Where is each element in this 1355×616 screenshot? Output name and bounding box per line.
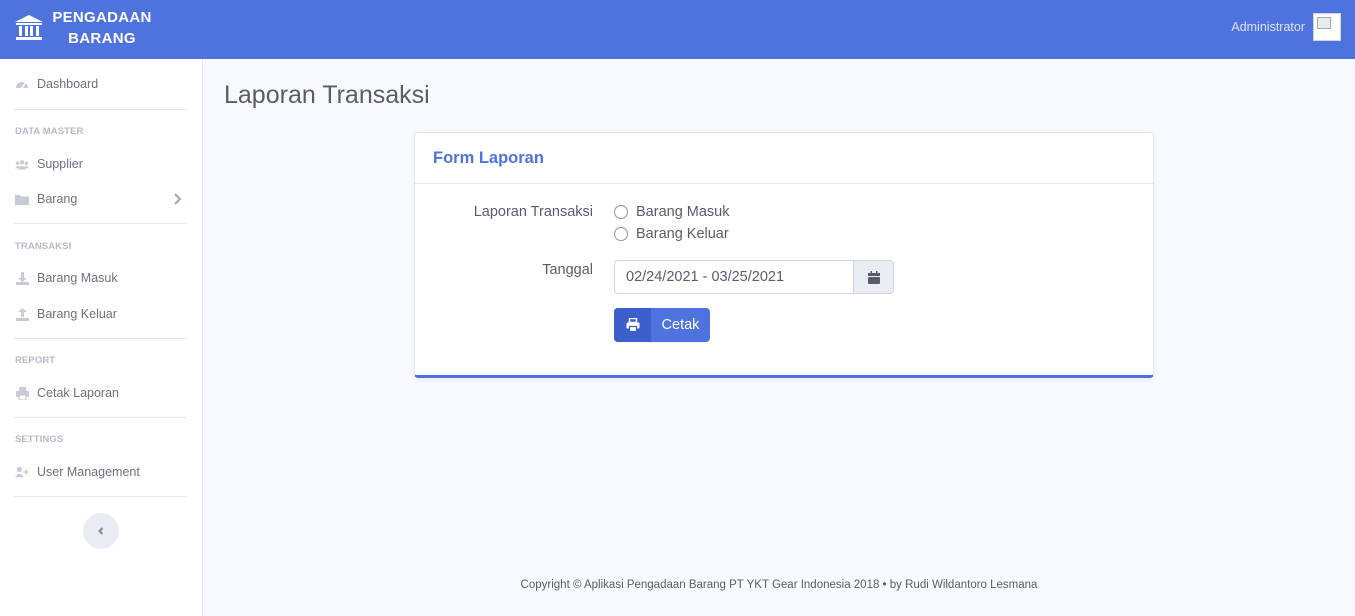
sidebar-toggle-button[interactable]: [83, 513, 119, 549]
sidebar-heading-data-master: DATA MASTER: [15, 126, 84, 137]
user-name[interactable]: Administrator: [1231, 20, 1305, 34]
bank-icon: [15, 15, 43, 40]
sidebar-heading-transaksi: TRANSAKSI: [15, 241, 72, 252]
sidebar-item-cetak-laporan[interactable]: Cetak Laporan: [0, 381, 202, 405]
sidebar-item-barang[interactable]: Barang: [0, 187, 202, 211]
brand-line-2: BARANG: [68, 30, 136, 47]
radio-barang-masuk[interactable]: Barang Masuk: [614, 202, 730, 222]
sidebar-item-user-management[interactable]: User Management: [0, 460, 202, 484]
radio-circle[interactable]: [614, 205, 628, 219]
calendar-icon: [867, 270, 880, 284]
sidebar-item-barang-keluar[interactable]: Barang Keluar: [0, 302, 202, 326]
tachometer-icon: [15, 77, 29, 91]
sidebar-divider: [14, 417, 187, 418]
brand-line-1: PENGADAAN: [52, 9, 152, 26]
sidebar-item-dashboard[interactable]: Dashboard: [0, 72, 202, 96]
sidebar-item-label: Barang Keluar: [37, 307, 117, 321]
brand-title: PENGADAAN BARANG: [52, 7, 152, 49]
sidebar: Dashboard DATA MASTER Supplier Barang TR…: [0, 59, 203, 616]
page-title: Laporan Transaksi: [224, 81, 430, 109]
print-icon: [15, 386, 29, 400]
download-icon: [15, 271, 29, 285]
label-tanggal: Tanggal: [542, 262, 593, 278]
sidebar-heading-settings: SETTINGS: [15, 434, 64, 445]
sidebar-item-label: Barang Masuk: [37, 271, 118, 285]
folder-icon: [15, 192, 29, 206]
sidebar-item-label: Barang: [37, 192, 78, 206]
footer-copyright: Copyright © Aplikasi Pengadaan Barang PT…: [520, 579, 1038, 591]
sidebar-divider: [14, 223, 187, 224]
date-range-group: [614, 260, 894, 294]
chevron-right-icon: [174, 193, 182, 205]
sidebar-divider: [14, 338, 187, 339]
sidebar-divider: [14, 496, 187, 497]
sidebar-item-supplier[interactable]: Supplier: [0, 152, 202, 176]
radio-circle[interactable]: [614, 227, 628, 241]
calendar-button[interactable]: [853, 260, 894, 294]
label-laporan-transaksi: Laporan Transaksi: [473, 204, 593, 220]
card-title: Form Laporan: [433, 149, 544, 167]
card-header: Form Laporan: [415, 133, 1153, 184]
sidebar-item-label: User Management: [37, 465, 140, 479]
users-icon: [15, 157, 29, 171]
upload-icon: [15, 307, 29, 321]
print-button[interactable]: Cetak: [614, 308, 710, 342]
sidebar-divider: [14, 109, 187, 110]
sidebar-item-barang-masuk[interactable]: Barang Masuk: [0, 266, 202, 290]
user-avatar[interactable]: [1313, 13, 1341, 41]
print-button-label: Cetak: [661, 317, 700, 333]
radio-label: Barang Keluar: [636, 226, 729, 242]
user-plus-icon: [15, 465, 29, 479]
date-range-input[interactable]: [614, 260, 853, 294]
sidebar-item-label: Supplier: [37, 157, 83, 171]
sidebar-item-label: Cetak Laporan: [37, 386, 120, 400]
print-icon: [614, 308, 651, 342]
chevron-left-icon: [98, 527, 104, 535]
sidebar-item-label: Dashboard: [37, 77, 99, 91]
radio-barang-keluar[interactable]: Barang Keluar: [614, 224, 729, 244]
topbar: PENGADAAN BARANG Administrator: [0, 0, 1355, 59]
radio-label: Barang Masuk: [636, 204, 730, 220]
brand-link[interactable]: PENGADAAN BARANG: [0, 0, 202, 59]
form-card: Form Laporan Laporan Transaksi Barang Ma…: [414, 132, 1154, 378]
sidebar-heading-report: REPORT: [15, 355, 56, 366]
